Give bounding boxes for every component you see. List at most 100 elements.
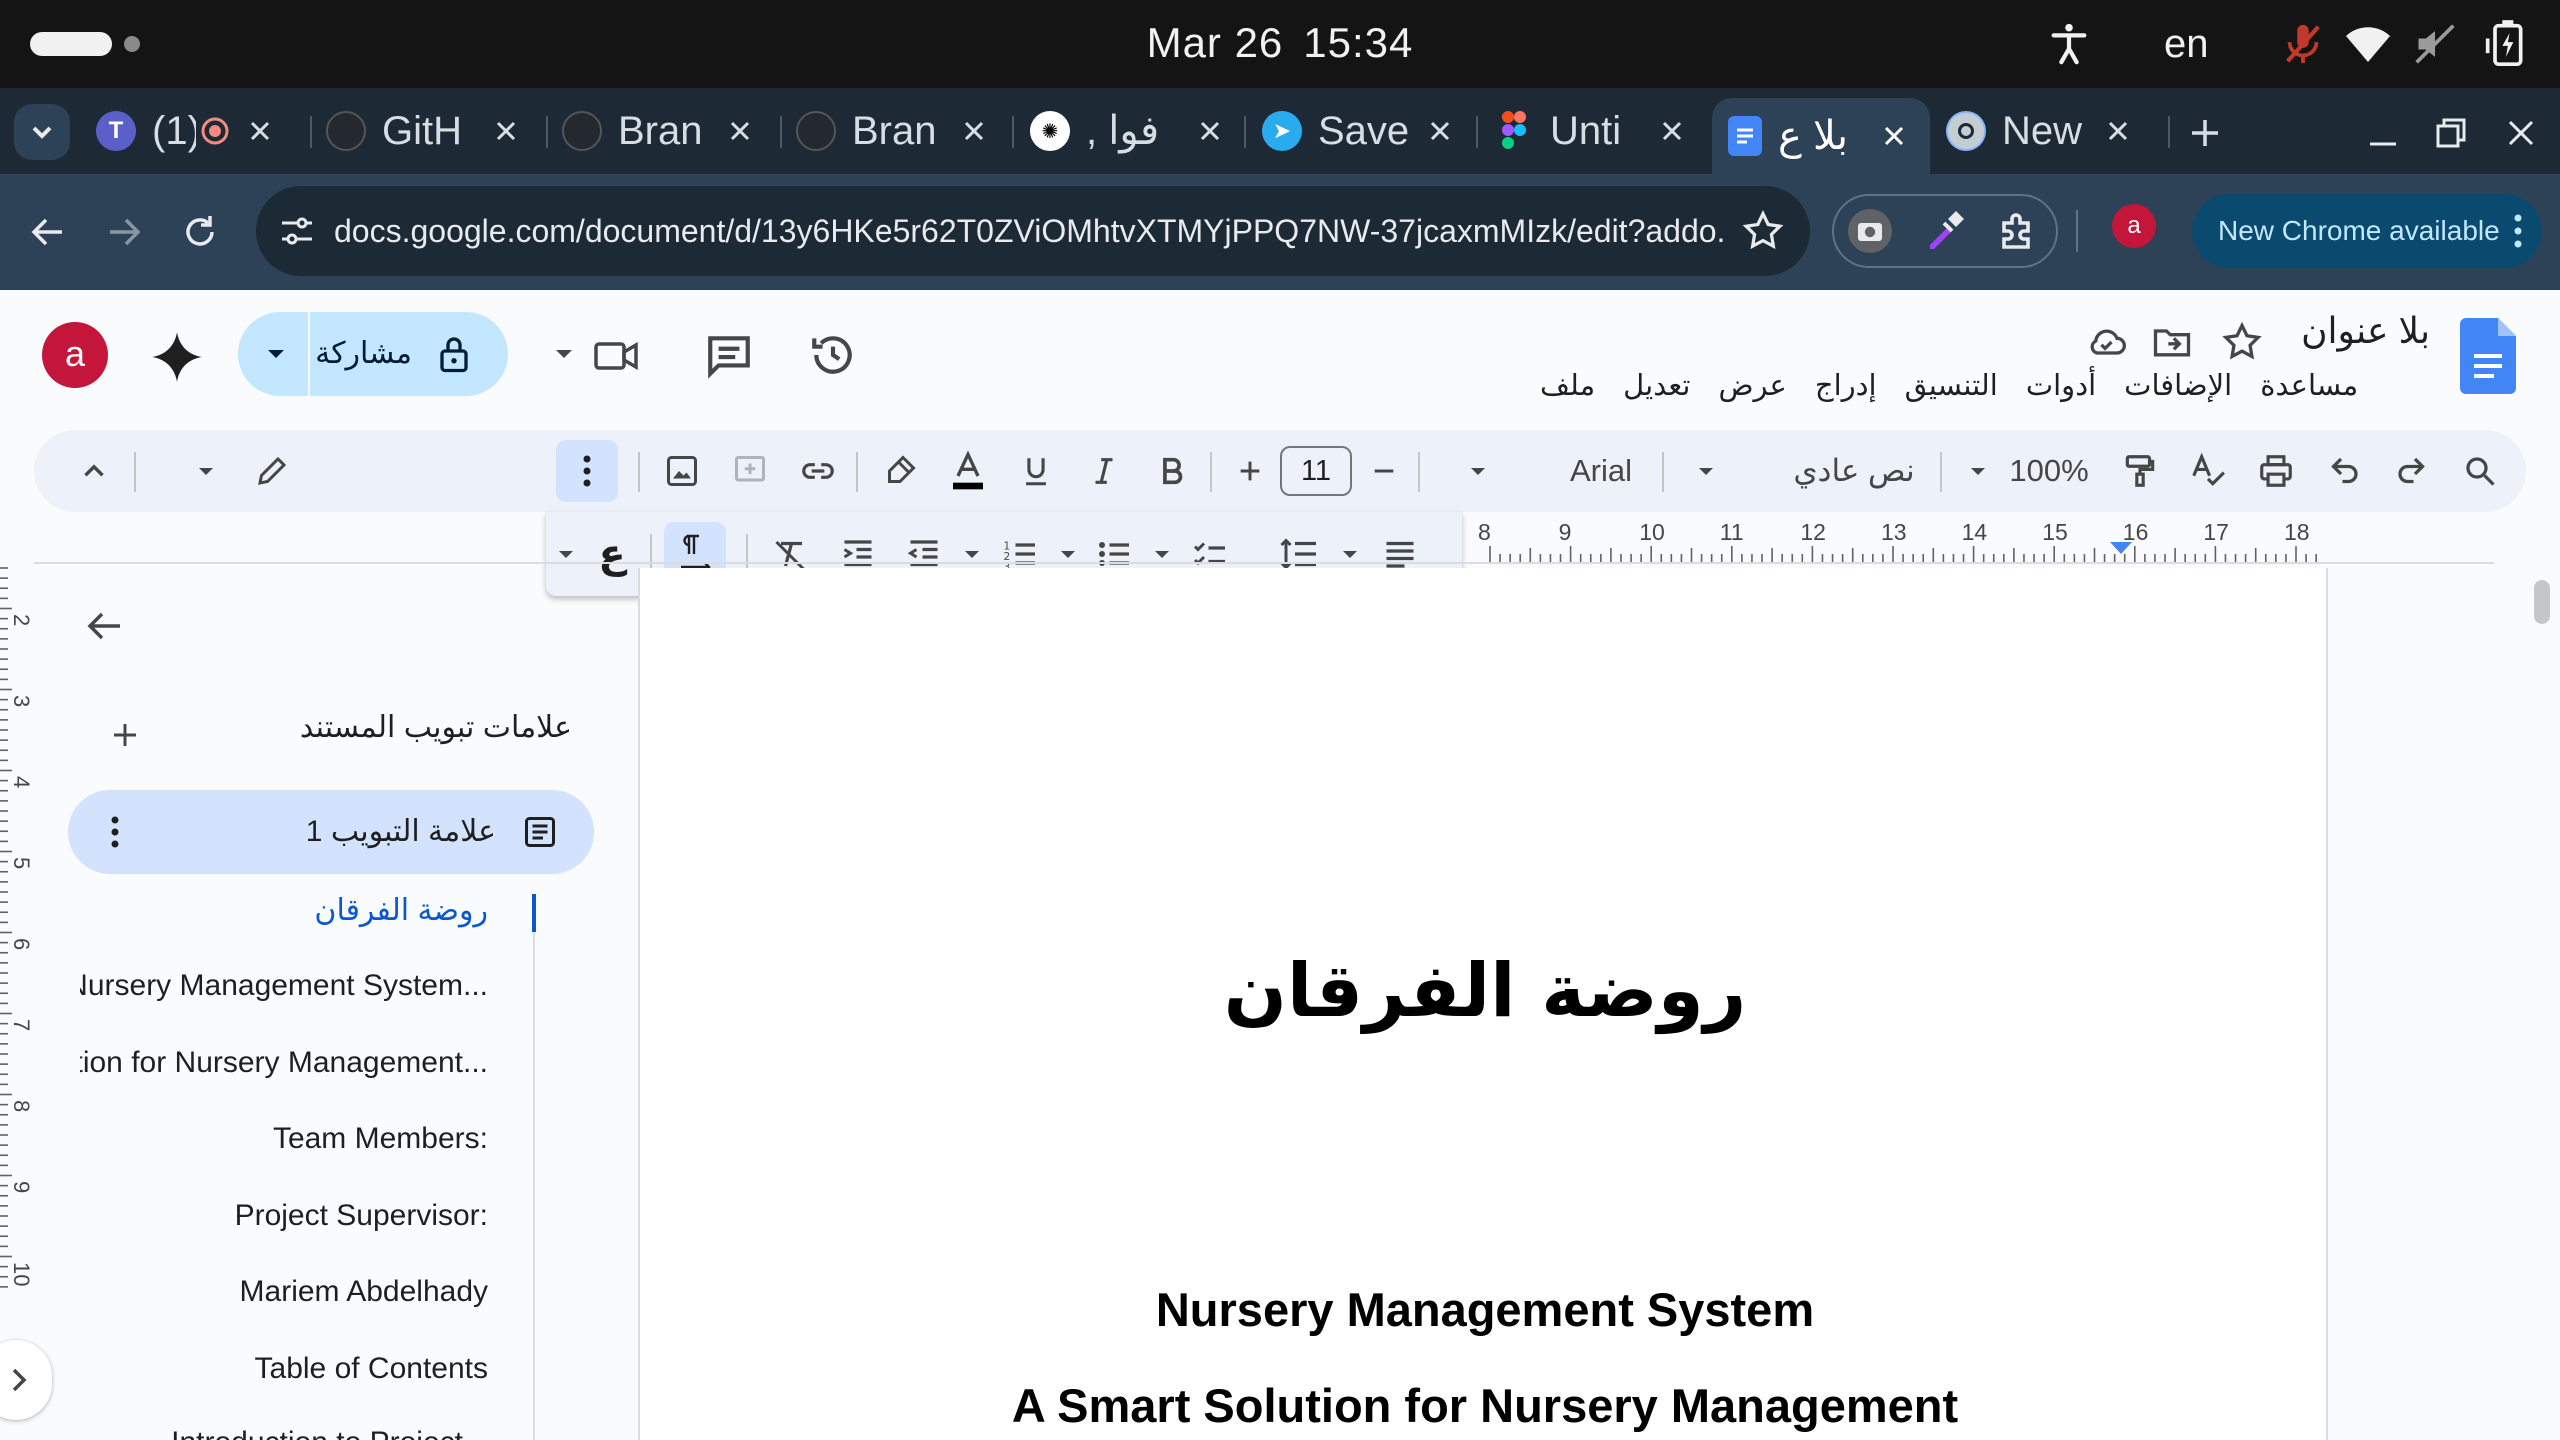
share-dropdown-caret-icon[interactable] — [262, 340, 290, 368]
chrome-profile-avatar[interactable]: a — [2112, 204, 2156, 248]
close-tab-icon[interactable] — [1188, 109, 1232, 153]
browser-tab-active[interactable]: بلا ع — [1712, 98, 1930, 174]
browser-tab[interactable]: Bran — [796, 98, 1010, 164]
underline-button[interactable] — [1008, 443, 1064, 499]
account-avatar[interactable]: a — [42, 322, 108, 388]
screenshot-camera-icon[interactable] — [1846, 207, 1894, 255]
insert-comment-button[interactable] — [722, 443, 778, 499]
close-window-button[interactable] — [2498, 110, 2544, 156]
document-page[interactable]: روضة الفرقان Nursery Management System A… — [638, 568, 2328, 1440]
outline-heading-item[interactable]: Introduction to Project... — [80, 1426, 488, 1440]
font-caret-icon[interactable] — [1458, 443, 1498, 499]
redo-button[interactable] — [2384, 443, 2440, 499]
browser-tab[interactable]: ➤ Save — [1262, 98, 1476, 164]
menu-view[interactable]: عرض — [1718, 368, 1786, 412]
site-info-icon[interactable] — [274, 208, 320, 254]
close-tab-icon[interactable] — [2096, 109, 2140, 153]
print-button[interactable] — [2248, 443, 2304, 499]
font-size-input[interactable]: 11 — [1280, 446, 1352, 496]
text-color-button[interactable] — [940, 443, 996, 499]
new-tab-button[interactable] — [2180, 108, 2230, 158]
outline-heading-item[interactable]: Nursery Management System... — [80, 969, 488, 1003]
close-tab-icon[interactable] — [484, 109, 528, 153]
editing-mode-button[interactable] — [244, 443, 300, 499]
back-button[interactable] — [22, 206, 74, 258]
close-tab-icon[interactable] — [1418, 109, 1462, 153]
zoom-select[interactable]: 100% — [1994, 430, 2104, 512]
close-outline-button[interactable] — [76, 598, 132, 654]
gemini-button[interactable] — [150, 330, 204, 384]
zoom-caret-icon[interactable] — [1958, 443, 1998, 499]
add-tab-button[interactable] — [100, 710, 150, 760]
increase-font-size-button[interactable] — [1222, 443, 1278, 499]
share-button[interactable]: مشاركة — [238, 312, 508, 396]
spelling-check-button[interactable] — [2180, 443, 2236, 499]
restore-window-button[interactable] — [2428, 110, 2474, 156]
update-chrome-button[interactable]: New Chrome available — [2192, 194, 2542, 268]
document-heading-2[interactable]: A Smart Solution for Nursery Management — [640, 1378, 2330, 1433]
browser-tab[interactable]: Bran — [562, 98, 776, 164]
move-folder-icon[interactable] — [2150, 320, 2194, 364]
document-tab-item[interactable]: علامة التبويب 1 — [68, 790, 594, 874]
input-tools-button[interactable]: ع — [584, 526, 640, 582]
version-history-button[interactable] — [808, 330, 858, 380]
highlight-color-button[interactable] — [872, 443, 928, 499]
menu-extensions[interactable]: الإضافات — [2124, 368, 2232, 412]
input-tools-caret-icon[interactable] — [546, 526, 586, 582]
menu-file[interactable]: ملف — [1540, 368, 1595, 412]
vertical-ruler[interactable]: 2 3 4 5 6 7 8 9 10 — [0, 560, 32, 1440]
menu-help[interactable]: مساعدة — [2260, 368, 2358, 412]
browser-tab[interactable]: Unti — [1494, 98, 1708, 164]
hide-menus-button[interactable] — [66, 443, 122, 499]
url-text[interactable]: docs.google.com/document/d/13y6HKe5r62T0… — [334, 186, 1724, 276]
paragraph-style-select[interactable]: نص عادي — [1774, 430, 1934, 512]
close-tab-icon[interactable] — [1650, 109, 1694, 153]
paint-format-button[interactable] — [2112, 443, 2168, 499]
forward-button[interactable] — [98, 206, 150, 258]
decrease-font-size-button[interactable] — [1356, 443, 1412, 499]
outline-heading-item[interactable]: Mariem Abdelhady — [80, 1275, 488, 1309]
menu-edit[interactable]: تعديل — [1623, 368, 1690, 412]
document-heading-1[interactable]: Nursery Management System — [640, 1282, 2330, 1337]
bookmark-star-icon[interactable] — [1740, 208, 1786, 254]
browser-tab[interactable]: GitH — [326, 98, 542, 164]
meet-button[interactable] — [552, 330, 642, 380]
browser-tab[interactable]: ✺ فوا , — [1030, 98, 1246, 164]
close-tab-icon[interactable] — [238, 109, 282, 153]
menu-insert[interactable]: إدراج — [1815, 368, 1877, 412]
outline-heading-item[interactable]: Team Members: — [80, 1122, 488, 1156]
document-heading-arabic[interactable]: روضة الفرقان — [640, 948, 2330, 1034]
docs-logo-icon[interactable] — [2460, 318, 2516, 394]
outline-heading-item[interactable]: روضة الفرقان — [80, 893, 488, 928]
eyedropper-icon[interactable] — [1920, 207, 1968, 255]
reload-button[interactable] — [174, 206, 226, 258]
horizontal-ruler[interactable]: 8 9 10 11 12 13 14 15 16 17 18 — [1462, 520, 2330, 564]
bold-button[interactable] — [1144, 443, 1200, 499]
tab-options-button[interactable] — [108, 812, 122, 852]
star-icon[interactable] — [2220, 320, 2264, 364]
address-bar[interactable]: docs.google.com/document/d/13y6HKe5r62T0… — [256, 186, 1810, 276]
menu-format[interactable]: التنسيق — [1905, 368, 1998, 412]
insert-image-button[interactable] — [654, 443, 710, 499]
tab-search-button[interactable] — [14, 104, 70, 160]
close-tab-icon[interactable] — [952, 109, 996, 153]
close-tab-icon[interactable] — [718, 109, 762, 153]
font-family-select[interactable]: Arial — [1546, 430, 1656, 512]
scrollbar-thumb[interactable] — [2534, 580, 2550, 624]
italic-button[interactable] — [1076, 443, 1132, 499]
insert-link-button[interactable] — [790, 443, 846, 499]
extensions-puzzle-icon[interactable] — [1994, 207, 2042, 255]
expand-panel-button[interactable] — [0, 1340, 52, 1420]
minimize-window-button[interactable] — [2360, 110, 2406, 156]
menu-tools[interactable]: أدوات — [2026, 368, 2096, 412]
outline-heading-item[interactable]: A Smart Solution for Nursery Management.… — [80, 1046, 488, 1080]
more-options-button[interactable] — [556, 440, 618, 502]
comments-button[interactable] — [704, 330, 754, 380]
browser-tab[interactable]: T (1) — [96, 98, 296, 164]
outline-heading-item[interactable]: Project Supervisor: — [80, 1199, 488, 1233]
editing-mode-caret-icon[interactable] — [186, 443, 226, 499]
search-menus-button[interactable] — [2452, 443, 2508, 499]
close-tab-icon[interactable] — [1872, 114, 1916, 158]
undo-button[interactable] — [2316, 443, 2372, 499]
style-caret-icon[interactable] — [1686, 443, 1726, 499]
